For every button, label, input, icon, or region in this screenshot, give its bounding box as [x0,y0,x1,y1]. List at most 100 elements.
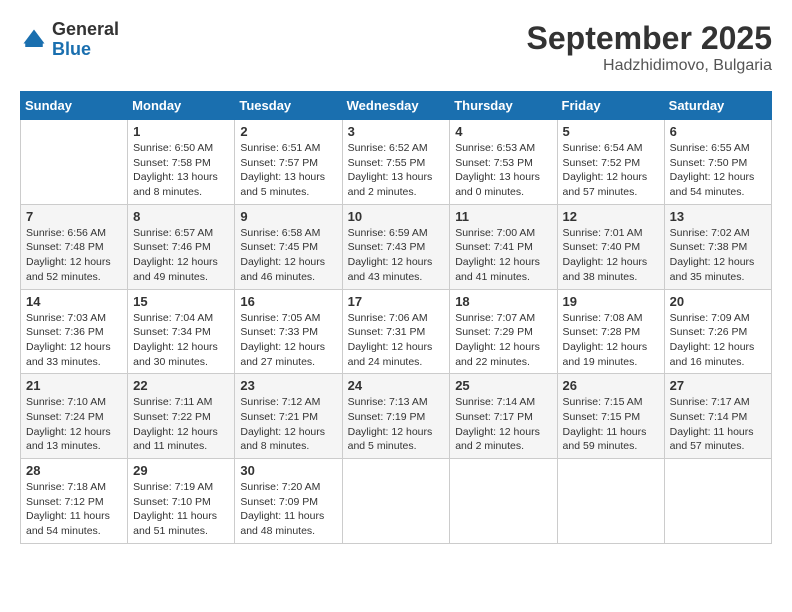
calendar-cell [21,120,128,205]
calendar-cell: 13 Sunrise: 7:02 AMSunset: 7:38 PMDayligh… [664,204,771,289]
calendar-cell: 5 Sunrise: 6:54 AMSunset: 7:52 PMDaylight… [557,120,664,205]
day-number: 16 [240,294,336,309]
day-info: Sunrise: 6:59 AMSunset: 7:43 PMDaylight:… [348,226,445,285]
calendar-cell [342,459,450,544]
calendar-cell: 28Sunrise: 7:18 AMSunset: 7:12 PMDayligh… [21,459,128,544]
day-info: Sunrise: 6:52 AMSunset: 7:55 PMDaylight:… [348,141,445,200]
day-info: Sunrise: 7:04 AMSunset: 7:34 PMDaylight:… [133,311,229,370]
logo-icon [20,26,48,54]
calendar-cell: 7 Sunrise: 6:56 AMSunset: 7:48 PMDaylight… [21,204,128,289]
day-number: 26 [563,378,659,393]
day-info: Sunrise: 7:08 AMSunset: 7:28 PMDaylight:… [563,311,659,370]
day-info: Sunrise: 6:54 AMSunset: 7:52 PMDaylight:… [563,141,659,200]
logo-text: General Blue [52,20,119,60]
calendar-week-row: 28Sunrise: 7:18 AMSunset: 7:12 PMDayligh… [21,459,772,544]
day-number: 8 [133,209,229,224]
calendar-cell: 21Sunrise: 7:10 AMSunset: 7:24 PMDayligh… [21,374,128,459]
day-number: 7 [26,209,122,224]
day-info: Sunrise: 7:20 AMSunset: 7:09 PMDaylight:… [240,480,336,539]
calendar-cell: 4 Sunrise: 6:53 AMSunset: 7:53 PMDaylight… [450,120,557,205]
weekday-header: Wednesday [342,92,450,120]
calendar-cell: 1Sunrise: 6:50 AMSunset: 7:58 PMDaylight… [128,120,235,205]
calendar-cell: 23Sunrise: 7:12 AMSunset: 7:21 PMDayligh… [235,374,342,459]
weekday-header: Tuesday [235,92,342,120]
day-number: 18 [455,294,551,309]
calendar-cell: 16 Sunrise: 7:05 AMSunset: 7:33 PMDayligh… [235,289,342,374]
title-block: September 2025 Hadzhidimovo, Bulgaria [527,20,772,75]
calendar-cell: 6 Sunrise: 6:55 AMSunset: 7:50 PMDaylight… [664,120,771,205]
day-number: 12 [563,209,659,224]
calendar-cell [664,459,771,544]
day-info: Sunrise: 6:57 AMSunset: 7:46 PMDaylight:… [133,226,229,285]
day-info: Sunrise: 6:56 AMSunset: 7:48 PMDaylight:… [26,226,122,285]
day-number: 4 [455,124,551,139]
day-info: Sunrise: 7:06 AMSunset: 7:31 PMDaylight:… [348,311,445,370]
calendar-week-row: 14Sunrise: 7:03 AMSunset: 7:36 PMDayligh… [21,289,772,374]
day-number: 5 [563,124,659,139]
calendar-cell: 22Sunrise: 7:11 AMSunset: 7:22 PMDayligh… [128,374,235,459]
day-number: 9 [240,209,336,224]
day-number: 25 [455,378,551,393]
weekday-header: Friday [557,92,664,120]
day-number: 20 [670,294,766,309]
day-number: 21 [26,378,122,393]
calendar-header-row: SundayMondayTuesdayWednesdayThursdayFrid… [21,92,772,120]
calendar-cell: 2 Sunrise: 6:51 AMSunset: 7:57 PMDaylight… [235,120,342,205]
logo-general: General [52,19,119,39]
month-title: September 2025 [527,20,772,57]
day-info: Sunrise: 7:12 AMSunset: 7:21 PMDaylight:… [240,395,336,454]
day-number: 15 [133,294,229,309]
weekday-header: Sunday [21,92,128,120]
day-info: Sunrise: 7:00 AMSunset: 7:41 PMDaylight:… [455,226,551,285]
day-number: 19 [563,294,659,309]
calendar-cell: 27 Sunrise: 7:17 AMSunset: 7:14 PMDayligh… [664,374,771,459]
calendar-cell: 8 Sunrise: 6:57 AMSunset: 7:46 PMDaylight… [128,204,235,289]
calendar-cell: 24 Sunrise: 7:13 AMSunset: 7:19 PMDayligh… [342,374,450,459]
day-number: 11 [455,209,551,224]
day-number: 6 [670,124,766,139]
day-number: 10 [348,209,445,224]
calendar-cell: 25Sunrise: 7:14 AMSunset: 7:17 PMDayligh… [450,374,557,459]
day-info: Sunrise: 7:05 AMSunset: 7:33 PMDaylight:… [240,311,336,370]
calendar-cell [557,459,664,544]
day-number: 30 [240,463,336,478]
location: Hadzhidimovo, Bulgaria [527,57,772,75]
calendar-cell: 15 Sunrise: 7:04 AMSunset: 7:34 PMDayligh… [128,289,235,374]
day-info: Sunrise: 7:19 AMSunset: 7:10 PMDaylight:… [133,480,229,539]
calendar-cell: 18 Sunrise: 7:07 AMSunset: 7:29 PMDayligh… [450,289,557,374]
calendar-cell: 12Sunrise: 7:01 AMSunset: 7:40 PMDayligh… [557,204,664,289]
page-header: General Blue September 2025 Hadzhidimovo… [20,20,772,75]
day-number: 29 [133,463,229,478]
calendar-cell: 14Sunrise: 7:03 AMSunset: 7:36 PMDayligh… [21,289,128,374]
calendar-cell: 11 Sunrise: 7:00 AMSunset: 7:41 PMDayligh… [450,204,557,289]
day-number: 27 [670,378,766,393]
day-number: 24 [348,378,445,393]
calendar-cell: 19 Sunrise: 7:08 AMSunset: 7:28 PMDayligh… [557,289,664,374]
logo-blue: Blue [52,39,91,59]
day-number: 17 [348,294,445,309]
calendar-cell: 17 Sunrise: 7:06 AMSunset: 7:31 PMDayligh… [342,289,450,374]
day-number: 13 [670,209,766,224]
calendar-cell: 10 Sunrise: 6:59 AMSunset: 7:43 PMDayligh… [342,204,450,289]
day-info: Sunrise: 6:53 AMSunset: 7:53 PMDaylight:… [455,141,551,200]
calendar-cell: 26 Sunrise: 7:15 AMSunset: 7:15 PMDayligh… [557,374,664,459]
calendar-cell: 30 Sunrise: 7:20 AMSunset: 7:09 PMDayligh… [235,459,342,544]
calendar-table: SundayMondayTuesdayWednesdayThursdayFrid… [20,91,772,544]
day-number: 2 [240,124,336,139]
day-info: Sunrise: 7:15 AMSunset: 7:15 PMDaylight:… [563,395,659,454]
day-info: Sunrise: 6:51 AMSunset: 7:57 PMDaylight:… [240,141,336,200]
day-info: Sunrise: 6:50 AMSunset: 7:58 PMDaylight:… [133,141,229,200]
day-info: Sunrise: 6:55 AMSunset: 7:50 PMDaylight:… [670,141,766,200]
day-info: Sunrise: 7:11 AMSunset: 7:22 PMDaylight:… [133,395,229,454]
weekday-header: Thursday [450,92,557,120]
day-info: Sunrise: 7:17 AMSunset: 7:14 PMDaylight:… [670,395,766,454]
calendar-cell: 29 Sunrise: 7:19 AMSunset: 7:10 PMDayligh… [128,459,235,544]
day-info: Sunrise: 7:07 AMSunset: 7:29 PMDaylight:… [455,311,551,370]
calendar-cell: 20Sunrise: 7:09 AMSunset: 7:26 PMDayligh… [664,289,771,374]
day-info: Sunrise: 7:18 AMSunset: 7:12 PMDaylight:… [26,480,122,539]
calendar-week-row: 21Sunrise: 7:10 AMSunset: 7:24 PMDayligh… [21,374,772,459]
calendar-week-row: 1Sunrise: 6:50 AMSunset: 7:58 PMDaylight… [21,120,772,205]
weekday-header: Saturday [664,92,771,120]
day-info: Sunrise: 7:02 AMSunset: 7:38 PMDaylight:… [670,226,766,285]
day-info: Sunrise: 7:13 AMSunset: 7:19 PMDaylight:… [348,395,445,454]
